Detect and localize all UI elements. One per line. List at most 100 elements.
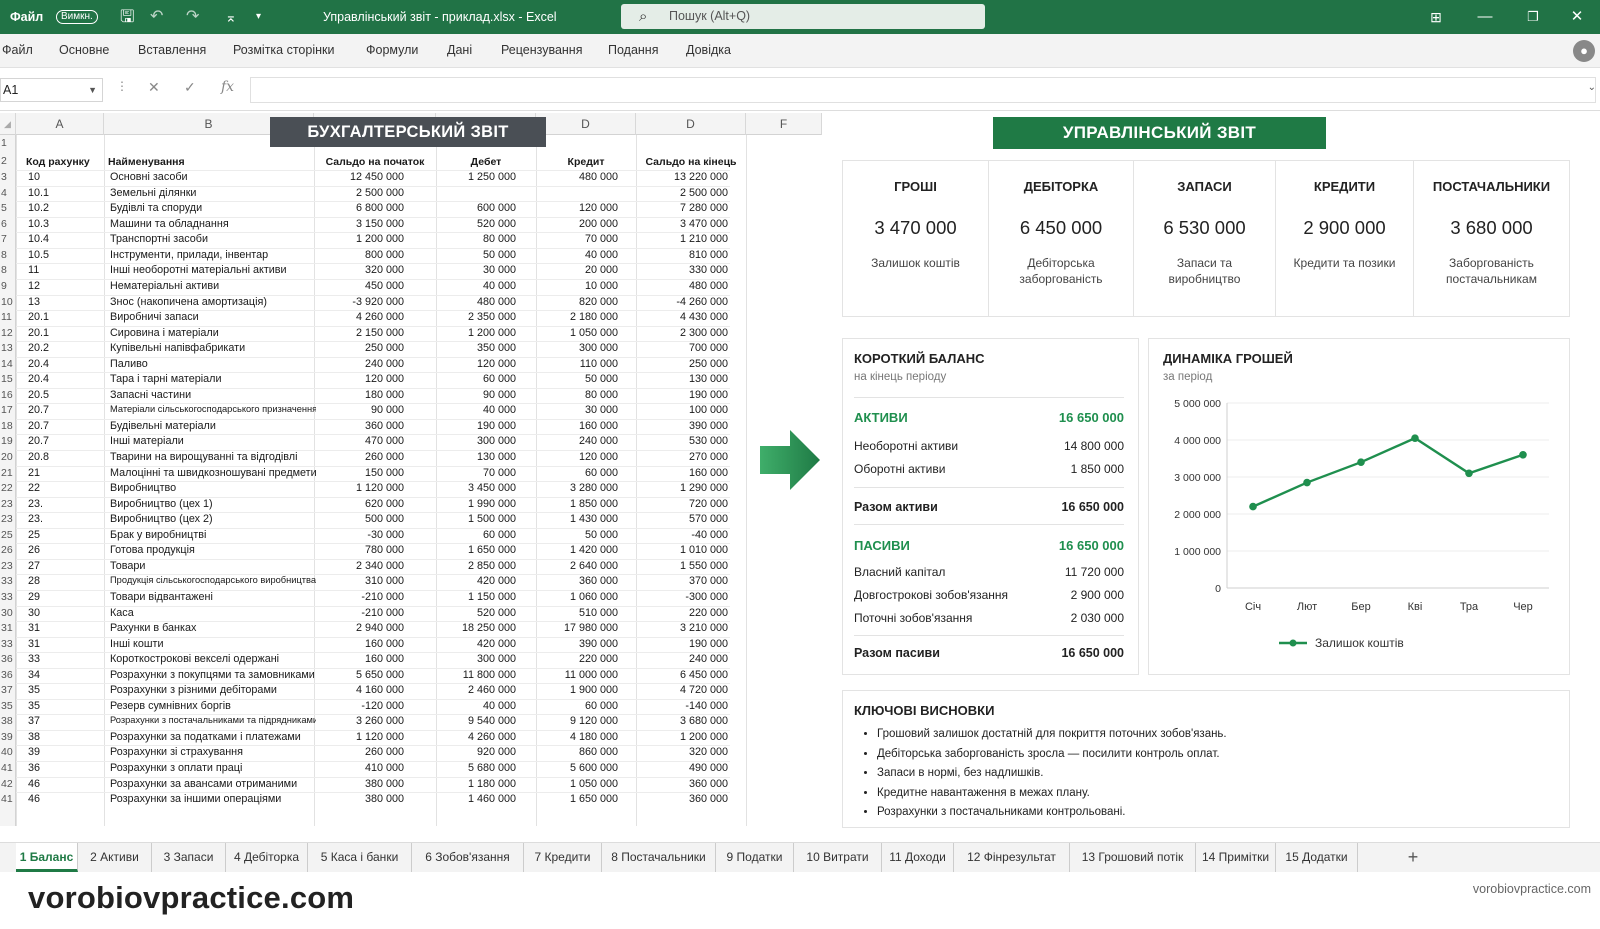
table-cell-start: 2 940 000 (355, 622, 404, 635)
table-cell-credit: 480 000 (578, 171, 618, 184)
sheet-tab[interactable]: 13 Грошовий потік (1070, 843, 1196, 872)
table-cell-name: Розрахунки за податками і платежами (110, 730, 301, 743)
column-header-e[interactable]: D (536, 113, 636, 135)
sheet-tab[interactable]: 9 Податки (716, 843, 794, 872)
kpi-title: ДЕБІТОРКА (1023, 179, 1099, 194)
quick-access-dropdown-icon[interactable]: ▾ (256, 0, 261, 34)
table-cell-code: 20.2 (28, 342, 50, 355)
cash-line-chart: 0 1 000 000 2 000 000 3 000 000 4 000 000 5 0… (1174, 398, 1549, 650)
table-header-cell: Сальдо на початок (325, 155, 425, 168)
kpi-value: 6 450 000 (1019, 217, 1103, 238)
column-header-g[interactable]: F (746, 113, 822, 135)
row-number: 36 (1, 668, 13, 681)
table-cell-credit: 510 000 (578, 606, 618, 619)
table-cell-debit: 1 200 000 (467, 326, 516, 339)
table-cell-start: 380 000 (364, 777, 404, 790)
table-cell-debit: 5 680 000 (467, 762, 516, 774)
table-cell-debit: 420 000 (476, 575, 516, 588)
table-cell-start: 410 000 (364, 762, 404, 774)
add-sheet-button[interactable]: + (1398, 843, 1428, 872)
account-icon[interactable]: ● (1573, 40, 1595, 62)
formula-input[interactable] (250, 77, 1596, 103)
undo-icon[interactable]: ↶ (150, 0, 163, 34)
sheet-tab[interactable]: 4 Дебіторка (226, 843, 308, 872)
table-cell-end: 360 000 (688, 777, 728, 790)
menu-formulas[interactable]: Формули (366, 43, 418, 57)
column-header-a[interactable]: A (16, 113, 104, 135)
table-cell-credit: 70 000 (584, 233, 618, 246)
table-cell-debit: 80 000 (482, 233, 516, 246)
menu-data[interactable]: Дані (447, 43, 472, 57)
insert-function-icon[interactable]: fx (221, 79, 234, 95)
table-cell-start: 4 160 000 (355, 684, 404, 697)
table-cell-debit: 1 650 000 (467, 544, 516, 557)
sheet-tab[interactable]: 3 Запаси (152, 843, 226, 872)
sheet-tab[interactable]: 14 Примітки (1196, 843, 1276, 872)
kpi-card-suppliers: ПОСТАЧАЛЬНИКИ 3 680 000 Заборгованість п… (1414, 161, 1569, 316)
list-item: Дебіторська заборгованість зросла — поси… (877, 745, 1227, 765)
menu-view[interactable]: Подання (608, 43, 658, 57)
table-cell-debit: 520 000 (476, 606, 516, 619)
menu-help[interactable]: Довідка (686, 43, 731, 57)
minimize-icon[interactable]: — (1462, 0, 1508, 34)
menu-file[interactable]: Файл (2, 43, 33, 57)
table-cell-name: Рахунки в банках (110, 622, 197, 635)
restore-icon[interactable]: ❐ (1510, 0, 1556, 34)
liabilities-label: ПАСИВИ (854, 538, 910, 553)
menu-review[interactable]: Рецензування (501, 43, 582, 57)
redo-icon[interactable]: ↷ (186, 0, 199, 34)
key-conclusions-panel: КЛЮЧОВІ ВИСНОВКИ Грошовий залишок достат… (842, 690, 1570, 828)
name-box-dropdown-icon[interactable]: ▼ (88, 79, 97, 101)
sheet-tab[interactable]: 12 Фінрезультат (954, 843, 1070, 872)
table-cell-start: 5 650 000 (355, 668, 404, 681)
sheet-tab[interactable]: 11 Доходи (882, 843, 954, 872)
table-cell-start: -30 000 (367, 528, 404, 541)
table-cell-code: 22 (28, 482, 41, 495)
save-icon[interactable]: 🖫 (120, 0, 134, 34)
sheet-tab[interactable]: 1 Баланс (16, 843, 78, 872)
total-assets-value: 16 650 000 (1061, 500, 1124, 514)
sheet-tab[interactable]: 8 Постачальники (602, 843, 716, 872)
grid-line (746, 135, 747, 826)
table-cell-name: Каса (110, 606, 134, 619)
menu-page-layout[interactable]: Розмітка сторінки (233, 43, 334, 57)
table-cell-debit: 60 000 (482, 528, 516, 541)
table-cell-end: 3 210 000 (679, 622, 728, 635)
cancel-icon[interactable]: ✕ (148, 79, 160, 96)
select-all-corner[interactable]: ◢ (0, 113, 16, 135)
spreadsheet-grid[interactable]: ◢ A B D D F 1 2 Код рахунку Найменування Сал… (0, 113, 822, 826)
table-cell-code: 20.4 (28, 373, 50, 386)
sheet-tab[interactable]: 10 Витрати (794, 843, 882, 872)
table-cell-name: Розрахунки зі страхування (110, 746, 243, 759)
close-icon[interactable]: ✕ (1554, 0, 1600, 34)
customize-icon[interactable]: ⌅ (225, 0, 237, 34)
expand-formula-icon[interactable]: ⌄ (1588, 82, 1596, 93)
data-point (1249, 502, 1257, 511)
y-tick-label: 3 000 000 (1174, 472, 1221, 484)
table-cell-code: 11 (28, 264, 40, 277)
table-cell-name: Розрахунки за авансами отриманими (110, 777, 298, 790)
table-cell-end: -40 000 (691, 528, 728, 541)
enter-icon[interactable]: ✓ (184, 79, 196, 96)
sheet-tab[interactable]: 7 Кредити (524, 843, 602, 872)
divider (854, 524, 1124, 525)
shortterm-liabilities-label: Поточні зобов'язання (854, 611, 973, 625)
column-header-f[interactable]: D (636, 113, 746, 135)
autosave-toggle[interactable]: Вимкн. (56, 10, 98, 24)
sheet-tab[interactable]: 6 Зобов'язання (412, 843, 524, 872)
menu-home[interactable]: Основне (59, 43, 109, 57)
search-box[interactable]: ⌕ Пошук (Alt+Q) (621, 4, 985, 29)
table-cell-start: 800 000 (364, 248, 404, 261)
kpi-title: ЗАПАСИ (1177, 179, 1232, 194)
sheet-tab[interactable]: 15 Додатки (1276, 843, 1358, 872)
menu-insert[interactable]: Вставлення (138, 43, 206, 57)
table-cell-debit: 1 150 000 (467, 590, 516, 603)
table-cell-code: 28 (28, 575, 41, 588)
row-number: 39 (1, 730, 13, 743)
sheet-tab[interactable]: 5 Каса і банки (308, 843, 412, 872)
table-cell-debit: 2 350 000 (467, 311, 516, 324)
ribbon-display-icon[interactable]: ⊞ (1413, 0, 1459, 34)
name-box[interactable]: A1 ▼ (0, 78, 103, 102)
sheet-tab[interactable]: 2 Активи (78, 843, 152, 872)
table-cell-name: Виробництво (цех 2) (110, 513, 213, 526)
